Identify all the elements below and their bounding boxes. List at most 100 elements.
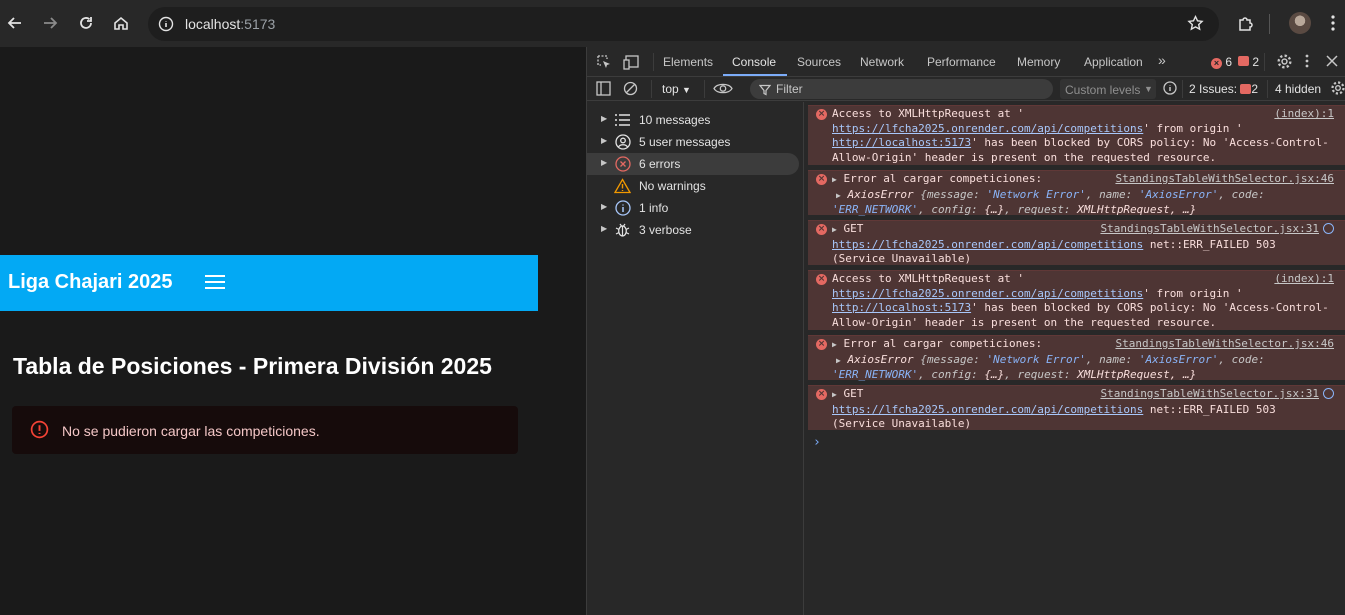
tab-elements[interactable]: Elements: [663, 55, 713, 69]
url-link[interactable]: https://lfcha2025.onrender.com/api/compe…: [832, 122, 1143, 135]
message-text: GET: [843, 222, 864, 235]
sidebar-toggle-icon[interactable]: [596, 81, 611, 101]
filter-funnel-icon: [758, 83, 772, 101]
levels-label: Custom levels: [1065, 83, 1141, 97]
tab-sources[interactable]: Sources: [797, 55, 841, 69]
console-error-message[interactable]: × (index):1 Access to XMLHttpRequest at …: [808, 270, 1345, 330]
console-error-message[interactable]: × (index):1 Access to XMLHttpRequest at …: [808, 105, 1345, 165]
console-error-message[interactable]: × StandingsTableWithSelector.jsx:46 ▶ Er…: [808, 335, 1345, 382]
browser-toolbar: localhost:5173: [0, 0, 1345, 47]
url-link[interactable]: https://lfcha2025.onrender.com/api/compe…: [832, 287, 1143, 300]
sidebar-item-verbose[interactable]: ▶ 3 verbose: [587, 219, 799, 241]
expand-arrow-icon[interactable]: ▶: [832, 340, 837, 349]
network-request-icon[interactable]: [1323, 223, 1334, 234]
message-text: Access to XMLHttpRequest at ': [832, 107, 1025, 120]
message-text: ' from origin ': [1143, 121, 1243, 135]
inspect-element-icon[interactable]: [596, 54, 612, 75]
tab-memory[interactable]: Memory: [1017, 55, 1060, 69]
expand-arrow-icon: ▶: [601, 224, 608, 233]
message-source-link[interactable]: StandingsTableWithSelector.jsx:31: [1100, 387, 1334, 402]
console-error-message[interactable]: × StandingsTableWithSelector.jsx:31 ▶ GE…: [808, 385, 1345, 430]
avatar[interactable]: [1285, 8, 1315, 38]
issue-counter[interactable]: 2: [1238, 55, 1259, 69]
error-alert: No se pudieron cargar las competiciones.: [12, 406, 518, 454]
filter-input[interactable]: Filter: [750, 79, 1053, 99]
expand-arrow-icon[interactable]: ▶: [832, 175, 837, 184]
context-selector[interactable]: top ▼: [662, 82, 691, 96]
tab-console[interactable]: Console: [732, 55, 776, 69]
extensions-icon[interactable]: [1231, 8, 1261, 38]
error-icon: [614, 155, 631, 172]
error-icon: ×: [816, 224, 827, 235]
expand-arrow-icon[interactable]: ▶: [832, 225, 837, 234]
tab-network[interactable]: Network: [860, 55, 904, 69]
settings-gear-icon[interactable]: [1276, 53, 1293, 75]
tab-application[interactable]: Application: [1084, 55, 1143, 69]
clear-console-icon[interactable]: [623, 81, 638, 101]
message-text: Access to XMLHttpRequest at ': [832, 272, 1025, 285]
levels-dropdown[interactable]: Custom levels ▼: [1060, 79, 1156, 99]
forward-icon[interactable]: [35, 8, 65, 38]
error-counter[interactable]: × 6: [1211, 55, 1232, 69]
network-request-icon[interactable]: [1323, 388, 1334, 399]
close-devtools-icon[interactable]: [1325, 54, 1339, 73]
tab-performance[interactable]: Performance: [927, 55, 996, 69]
error-icon: ×: [816, 109, 827, 120]
expand-arrow-icon[interactable]: ▶: [832, 356, 841, 365]
object-preview[interactable]: AxiosError {message: 'Network Error', na…: [832, 188, 1265, 217]
expand-arrow-icon[interactable]: ▶: [832, 191, 841, 200]
error-icon: ×: [816, 274, 827, 285]
message-text: Error al cargar competiciones:: [843, 172, 1043, 185]
warning-icon: [614, 177, 631, 194]
alert-message: No se pudieron cargar las competiciones.: [62, 423, 320, 439]
object-preview[interactable]: AxiosError {message: 'Network Error', na…: [832, 353, 1265, 382]
back-icon[interactable]: [0, 8, 30, 38]
error-icon: ×: [816, 389, 827, 400]
tab-divider: [653, 53, 654, 71]
url-link[interactable]: https://lfcha2025.onrender.com/api/compe…: [832, 403, 1143, 416]
issue-badge-icon: [1240, 84, 1252, 94]
bookmark-star-icon[interactable]: [1187, 14, 1204, 37]
list-icon: [614, 111, 631, 128]
url-link[interactable]: http://localhost:5173: [832, 301, 971, 314]
issue-badge-icon: [1238, 56, 1249, 66]
message-source-link[interactable]: StandingsTableWithSelector.jsx:31: [1100, 222, 1334, 237]
console-error-message[interactable]: × StandingsTableWithSelector.jsx:31 ▶ GE…: [808, 220, 1345, 265]
issues-link[interactable]: 2 Issues: 2: [1189, 82, 1258, 96]
site-info-icon[interactable]: [158, 16, 174, 37]
hidden-count: 4 hidden: [1275, 82, 1322, 96]
message-source-link[interactable]: StandingsTableWithSelector.jsx:46: [1115, 337, 1334, 352]
message-source-link[interactable]: (index):1: [1274, 272, 1334, 287]
sidebar-item-info[interactable]: ▶ 1 info: [587, 197, 799, 219]
message-source-link[interactable]: (index):1: [1274, 107, 1334, 122]
sidebar-item-warnings[interactable]: No warnings: [587, 175, 799, 197]
user-icon: [614, 133, 631, 150]
console-error-message[interactable]: × StandingsTableWithSelector.jsx:46 ▶ Er…: [808, 170, 1345, 217]
toolbar-divider: [704, 80, 705, 98]
address-bar[interactable]: localhost:5173: [148, 7, 1219, 41]
info-circle-icon[interactable]: [1163, 81, 1177, 100]
chevron-down-icon: ▼: [1144, 84, 1153, 94]
devtools-menu-icon[interactable]: [1305, 53, 1309, 74]
sidebar-item-user-messages[interactable]: ▶ 5 user messages: [587, 131, 799, 153]
console-prompt-icon[interactable]: ›: [813, 435, 821, 450]
app-bar: Liga Chajari 2025: [0, 255, 538, 311]
home-icon[interactable]: [106, 8, 136, 38]
expand-arrow-icon[interactable]: ▶: [832, 390, 837, 399]
device-toggle-icon[interactable]: [623, 54, 641, 75]
error-badge-icon: ×: [1211, 58, 1222, 69]
url-link[interactable]: http://localhost:5173: [832, 136, 971, 149]
sidebar-item-messages[interactable]: ▶ 10 messages: [587, 109, 799, 131]
more-tabs-icon[interactable]: »: [1158, 52, 1166, 68]
console-settings-gear-icon[interactable]: [1330, 80, 1345, 101]
live-expression-eye-icon[interactable]: [713, 81, 733, 101]
browser-menu-icon[interactable]: [1323, 8, 1343, 38]
sidebar-item-errors[interactable]: ▶ 6 errors: [587, 153, 799, 175]
devtools-panel: Elements Console Sources Network Perform…: [586, 47, 1345, 615]
expand-arrow-icon: ▶: [601, 114, 608, 123]
hamburger-menu-icon[interactable]: [205, 275, 225, 291]
url-link[interactable]: https://lfcha2025.onrender.com/api/compe…: [832, 238, 1143, 251]
reload-icon[interactable]: [71, 8, 101, 38]
console-toolbar: top ▼ Filter Custom levels ▼ 2 Issues: 2…: [587, 77, 1345, 101]
message-source-link[interactable]: StandingsTableWithSelector.jsx:46: [1115, 172, 1334, 187]
